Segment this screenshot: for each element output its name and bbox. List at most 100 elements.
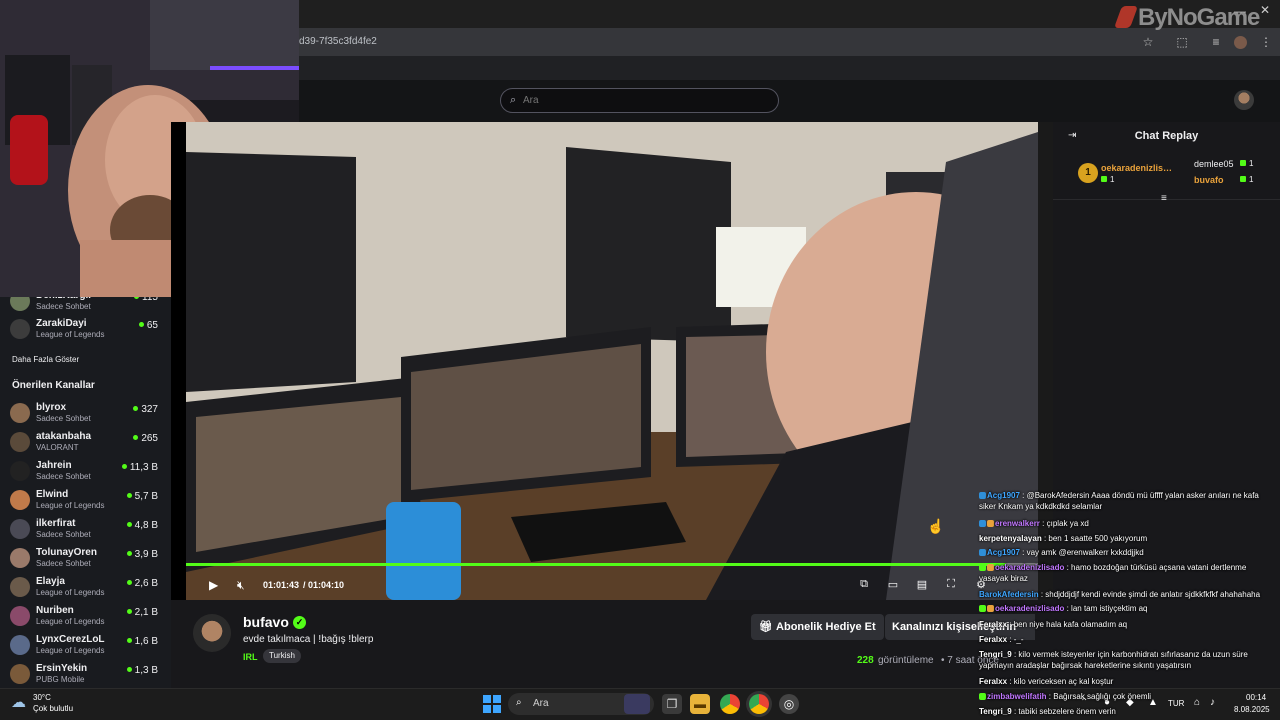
weather-description[interactable]: Çok bulutlu [33,704,73,713]
channel-name: ilkerfirat [36,518,76,529]
sidebar-channel-ilkerfirat[interactable]: ilkerfirat Sadece Sohbet 4,8 B [10,516,162,544]
sidebar-channel-nuriben[interactable]: Nuriben League of Legends 2,1 B [10,603,162,631]
sidebar-channel-elayja[interactable]: Elayja League of Legends 2,6 B [10,574,162,602]
chat-text: : -_- [1009,635,1024,644]
media-control-icon[interactable]: ≡ [1208,34,1224,50]
mini-player-icon[interactable]: ▤ [914,578,930,592]
chat-username[interactable]: zimbabwelifatih [987,692,1047,701]
chat-badge-icon [979,693,986,700]
chat-username[interactable]: oekaradenizlisado [995,563,1064,572]
taskbar-search-label[interactable]: Ara [533,698,549,709]
chat-message: Feralxx : -_- [979,634,1277,645]
chat-text: : kilo vermek isteyenler için karbonhidr… [979,650,1248,670]
weather-cloud-icon[interactable]: ☁ [11,693,26,711]
gifter-name[interactable]: demlee05 [1194,159,1234,169]
video-letterbox-left [171,122,186,600]
time-total: 01:04:10 [308,580,345,590]
video-player[interactable] [186,122,1038,600]
gift-subscription-button[interactable]: 🎁︎ Abonelik Hediye Et [751,614,884,640]
category-link[interactable]: IRL [243,652,258,662]
chat-username[interactable]: Feralxx [979,620,1007,629]
avatar [10,577,30,597]
chat-text: : çıplak ya xd [1042,519,1089,528]
chat-username[interactable]: Acg1907 [987,491,1020,500]
channel-category: Sadece Sohbet [36,302,91,311]
avatar [10,548,30,568]
chat-message: BarokAfedersin : shdjddjdjf kendi evinde… [979,589,1277,600]
url-text[interactable]: d39-7f35c3fd4fe2 [299,36,377,47]
play-button[interactable]: ▶ [209,578,218,592]
app-icon[interactable]: ◎ [779,694,799,714]
chat-username[interactable]: Tengri_9 [979,707,1012,716]
sidebar-channel-jahrein[interactable]: Jahrein Sadece Sohbet 11,3 B [10,458,162,486]
chat-username[interactable]: kerpetenyalayan [979,534,1042,543]
search-icon: ⌕ [516,697,522,708]
start-button[interactable] [483,695,501,713]
close-icon[interactable]: ✕ [1260,3,1270,17]
chrome-icon[interactable] [720,694,740,714]
pip-icon[interactable]: ⧉ [856,578,872,592]
chat-message: oekaradenizlisado : lan tam istiyçektim … [979,603,1277,614]
avatar [10,664,30,684]
sidebar-channel-elwind[interactable]: Elwind League of Legends 5,7 B [10,487,162,515]
chat-username[interactable]: Feralxx [979,635,1007,644]
chat-username[interactable]: erenwalkerr [995,519,1040,528]
sidebar-channel-blyrox[interactable]: blyrox Sadece Sohbet 327 [10,400,162,428]
gift-icon [1240,176,1246,182]
avatar [10,403,30,423]
chat-message: Acg1907 : vay amk @erenwalkerr kxkddjjkd [979,547,1277,558]
expand-gifters-icon[interactable]: ≡ [1161,193,1167,204]
user-avatar[interactable] [1234,90,1254,110]
live-dot-icon [121,464,127,469]
kebab-menu-icon[interactable]: ⋮ [1258,34,1274,50]
fullscreen-icon[interactable]: ⛶ [943,578,959,592]
chat-badge-icon [979,605,986,612]
language-badge[interactable]: Turkish [263,649,301,663]
chat-username[interactable]: Acg1907 [987,548,1020,557]
chat-username[interactable]: Feralxx [979,677,1007,686]
mute-button[interactable]: 🔇︎ [237,578,245,593]
viewer-label: görüntüleme [878,655,934,666]
viewer-count: 2,6 B [126,578,158,589]
gift-icon [1101,176,1107,182]
weather-temperature[interactable]: 30°C [33,693,51,702]
chat-text: : ben niye hala kafa olamadım aq [1009,620,1128,629]
sidebar-channel-atakanbaha[interactable]: atakanbaha VALORANT 265 [10,429,162,457]
gifter-name[interactable]: buvafo [1194,175,1224,185]
theater-mode-icon[interactable]: ▭ [885,578,901,592]
gifter-count: 1 [1240,175,1253,184]
streamer-avatar[interactable] [193,614,231,652]
viewer-count: 11,3 B [121,462,158,473]
mouse-cursor-icon: ☝ [927,518,945,534]
live-dot-icon [126,551,132,556]
stream-title: evde takılmaca | !bağış !blerp [243,634,374,645]
streamer-name[interactable]: bufavo [243,614,289,630]
show-more-link[interactable]: Daha Fazla Göster [12,355,79,364]
avatar [10,606,30,626]
channel-category: Sadece Sohbet [36,559,91,568]
channel-name: Elwind [36,489,69,500]
extensions-icon[interactable]: ⬚ [1174,34,1190,50]
chat-username[interactable]: oekaradenizlisado [995,604,1064,613]
live-dot-icon [126,522,132,527]
profile-avatar-icon[interactable] [1234,36,1247,49]
sidebar-channel-tolunayoren[interactable]: TolunayOren Sadece Sohbet 3,9 B [10,545,162,573]
chat-username[interactable]: BarokAfedersin [979,590,1039,599]
search-input[interactable] [523,91,763,109]
gifter-name[interactable]: oekaradenizlisado [1101,163,1173,173]
chat-text: : @BarokAfedersin Aaaa döndü mü üffff ya… [979,491,1259,511]
avatar [10,490,30,510]
chrome-active-icon[interactable] [749,694,769,714]
viewer-count: 265 [133,433,158,444]
sidebar-channel-ersinyekin[interactable]: ErsinYekin PUBG Mobile 1,3 B [10,661,162,689]
chat-username[interactable]: Tengri_9 [979,650,1012,659]
bookmark-star-icon[interactable]: ☆ [1140,34,1156,50]
sidebar-channel-lynxcerezlol[interactable]: LynxCerezLoL League of Legends 1,6 B [10,632,162,660]
chat-text: : Bağırsak sağlığı çok önemli [1048,692,1152,701]
chat-message: Feralxx : kilo vericeksen aç kal koştur [979,676,1277,687]
task-view-icon[interactable]: ❐ [662,694,682,714]
live-dot-icon [126,667,132,672]
file-explorer-icon[interactable]: ▬ [690,694,710,714]
chat-text: : vay amk @erenwalkerr kxkddjjkd [1022,548,1144,557]
sidebar-channel-followed-2[interactable]: ZarakiDayi League of Legends 65 [10,316,162,344]
